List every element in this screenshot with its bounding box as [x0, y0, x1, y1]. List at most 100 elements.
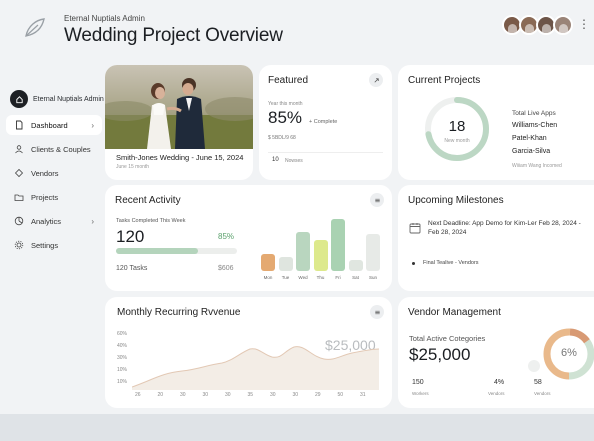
vendor-stat-value: 58 — [534, 379, 542, 386]
more-menu-icon[interactable]: ⋮⋮ — [578, 17, 594, 31]
activity-bar — [331, 219, 345, 271]
vendor-title: Vendor Management — [408, 307, 501, 318]
featured-small-label: Year this month — [268, 101, 303, 107]
milestone-item[interactable]: Final Tealive - Vendors — [423, 260, 479, 266]
sidebar-item-vendors[interactable]: Vendors — [6, 163, 102, 183]
sidebar-item-dashboard[interactable]: Dashboard › — [6, 115, 102, 135]
window-bottom-edge — [0, 414, 594, 441]
project-name-faded: Wiiiam Wang Incomed — [512, 163, 562, 169]
sidebar-admin-label: Eternal Nuptials Admin — [33, 95, 104, 103]
sidebar-item-label: Projects — [31, 192, 59, 202]
vendor-icon — [14, 168, 24, 178]
sidebar-item-clients-couples[interactable]: Clients & Couples — [6, 139, 102, 159]
wedding-caption: Smith-Jones Wedding - June 15, 2024 — [116, 153, 244, 162]
activity-bar — [278, 257, 293, 271]
people-icon — [14, 144, 24, 154]
deadline-date: Feb 28, 2024 — [428, 229, 467, 236]
milestones-card: Upcoming Milestones Next Deadline: App D… — [398, 185, 594, 291]
menu-icon[interactable] — [370, 193, 384, 207]
day-label: Wed — [298, 275, 308, 280]
activity-progress-track — [116, 248, 237, 254]
featured-line: $ 5BDL/9 68 — [268, 135, 296, 141]
chevron-right-icon: › — [91, 216, 94, 226]
activity-bar — [296, 232, 310, 271]
milestones-title: Upcoming Milestones — [408, 195, 504, 206]
activity-bar — [313, 240, 328, 271]
featured-count: 10 — [272, 157, 279, 163]
sidebar-item-settings[interactable]: Settings — [6, 235, 102, 255]
activity-caption: Tasks Completed This Week — [116, 218, 186, 224]
current-projects-title: Current Projects — [408, 75, 481, 86]
day-label: Mon — [263, 275, 273, 280]
page-title: Wedding Project Overview — [64, 25, 283, 46]
expand-icon[interactable] — [369, 73, 383, 87]
featured-count-label: Nowses — [285, 158, 303, 164]
app-window: Eternal Nuptials Admin Wedding Project O… — [0, 0, 594, 441]
home-icon — [10, 90, 28, 108]
vendor-stat-label: Vendors — [488, 391, 505, 396]
wedding-subcaption: June 15 month — [116, 164, 150, 170]
sidebar-item-projects[interactable]: Projects — [6, 187, 102, 207]
y-tick-label: 10% — [117, 367, 128, 373]
x-tick-label: 31 — [360, 392, 366, 398]
vendor-stat-label: Vendors — [534, 391, 551, 396]
activity-progress-fill — [116, 248, 199, 254]
avatar-group[interactable] — [502, 15, 573, 35]
activity-percent: 85% — [218, 232, 235, 241]
admin-label: Eternal Nuptials Admin — [64, 14, 145, 23]
featured-card: Featured Year this month 85% + Complete … — [259, 65, 392, 180]
info-dot — [528, 360, 540, 372]
sidebar-admin[interactable]: Eternal Nuptials Admin — [10, 90, 104, 108]
menu-icon[interactable] — [370, 305, 384, 319]
x-tick-label: 50 — [337, 392, 344, 398]
x-tick-label: 20 — [157, 392, 164, 398]
x-tick-label: 30 — [270, 392, 276, 398]
project-name[interactable]: Williams-Chen — [512, 122, 557, 129]
vendor-card: Vendor Management Total Active Cotegorie… — [398, 297, 594, 408]
calendar-icon — [409, 221, 421, 239]
vendor-subtitle: Total Active Cotegories — [409, 334, 486, 343]
y-tick-label: 10% — [117, 379, 128, 385]
recent-activity-title: Recent Activity — [115, 195, 181, 206]
projects-count: 18 — [448, 118, 466, 135]
file-icon — [14, 120, 24, 130]
chart-icon — [14, 216, 24, 226]
vendor-stat-value: 4% — [494, 379, 505, 386]
x-tick-label: 35 — [247, 392, 254, 398]
day-label: Sat — [352, 275, 359, 280]
current-projects-card: Current Projects 18 New month Total Live… — [398, 65, 594, 180]
live-apps-label: Total Live Apps — [512, 110, 556, 117]
y-tick-label: 60% — [117, 331, 128, 337]
vendor-stat-label: Workers — [412, 391, 429, 396]
activity-bar — [366, 234, 380, 271]
revenue-card: Monthly Recurring Rvvenue $25,000 60% 40%… — [105, 297, 392, 408]
day-label: Sun — [368, 275, 377, 280]
day-label: Fri — [335, 275, 341, 280]
projects-count-label: New month — [444, 138, 470, 144]
featured-percent: 85% — [268, 108, 303, 127]
revenue-title: Monthly Recurring Rvvenue — [117, 307, 241, 318]
project-name[interactable]: Garcia-Silva — [512, 148, 550, 155]
x-tick-label: 26 — [135, 392, 141, 398]
recent-activity-card: Recent Activity Tasks Completed This Wee… — [105, 185, 392, 291]
bullet — [412, 262, 415, 265]
folder-icon — [14, 192, 24, 202]
deadline-text[interactable]: Next Deadline: App Demo for Kim-Ler Feb … — [428, 220, 593, 227]
day-label: Thu — [316, 275, 325, 280]
sidebar-item-label: Dashboard — [31, 120, 68, 130]
sidebar-item-analytics[interactable]: Analytics › — [6, 211, 102, 231]
wedding-photo — [105, 65, 253, 149]
tasks-label: 120 Tasks — [116, 265, 148, 272]
activity-bar — [348, 260, 363, 271]
x-tick-label: 30 — [225, 392, 231, 398]
vendor-stat-value: 150 — [412, 379, 424, 386]
featured-title: Featured — [268, 75, 309, 86]
avatar[interactable] — [553, 15, 573, 35]
featured-complete: + Complete — [309, 119, 338, 125]
x-tick-label: 30 — [202, 392, 209, 398]
activity-amount: $606 — [218, 265, 234, 272]
chevron-right-icon: › — [91, 120, 94, 130]
project-name[interactable]: Patel-Khan — [512, 135, 547, 142]
featured-wedding-card[interactable]: Smith-Jones Wedding - June 15, 2024 June… — [105, 65, 253, 180]
x-tick-label: 29 — [315, 392, 321, 398]
